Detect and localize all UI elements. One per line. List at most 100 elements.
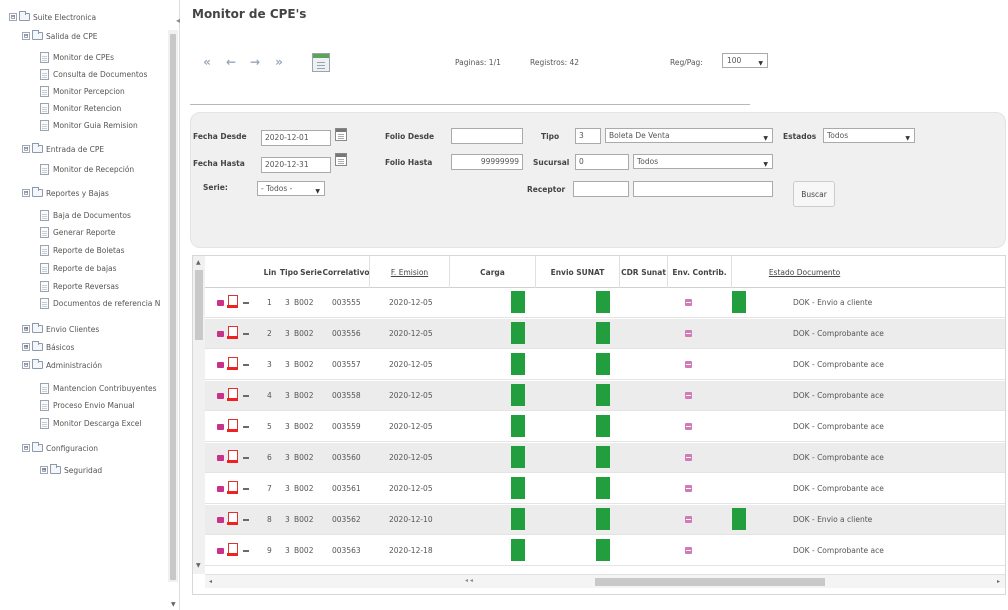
sidebar-item[interactable]: Mantencion Contribuyentes [40,381,157,395]
minus-icon[interactable] [243,333,249,335]
regpag-select[interactable]: 100 ▼ [722,53,768,68]
collapse-icon[interactable]: ⊟ [9,13,17,21]
pdf-icon[interactable] [227,357,238,371]
scroll-left-icon[interactable]: ◂ [209,578,212,585]
serie-select[interactable]: - Todos - ▼ [257,181,325,196]
folio-desde-input[interactable] [451,128,523,144]
collapse-icon[interactable]: ⊟ [22,361,30,369]
sidebar-item[interactable]: Proceso Envio Manual [40,398,135,412]
sidebar-item[interactable]: ⊟ Configuracion [22,441,98,455]
table-row[interactable]: 6 3 B002 003560 2020-12-05 DOK - Comprobante … [205,443,1005,473]
minus-icon[interactable] [243,488,249,490]
grid-horizontal-scrollbar[interactable]: ◂ ◂ ◂ ▸ [205,574,1005,588]
sidebar-item[interactable]: ⊞ Seguridad [40,463,102,477]
cdr-sunat-icon[interactable] [685,299,692,306]
col-header-env-contrib[interactable]: Env. Contrib. [667,256,731,288]
view-document-icon[interactable] [217,486,224,492]
minus-icon[interactable] [243,364,249,366]
cdr-sunat-icon[interactable] [685,330,692,337]
collapse-icon[interactable]: ⊟ [22,32,30,40]
cdr-sunat-icon[interactable] [685,485,692,492]
cdr-sunat-icon[interactable] [685,361,692,368]
minus-icon[interactable] [243,426,249,428]
collapse-icon[interactable]: ⊟ [22,444,30,452]
sidebar-item[interactable]: Reporte de bajas [40,261,117,275]
sidebar-item[interactable]: ⊟ Reportes y Bajas [22,186,109,200]
excel-export-icon[interactable] [312,53,330,72]
table-row[interactable]: 8 3 B002 003562 2020-12-10 DOK - Envio a clie… [205,505,1005,535]
sidebar-item[interactable]: ⊞ Básicos [22,340,74,354]
buscar-button[interactable]: Buscar [793,181,835,207]
grid-vertical-scroll-thumb[interactable] [195,270,203,340]
sidebar-item[interactable]: Reporte Reversas [40,279,119,293]
view-document-icon[interactable] [217,300,224,306]
pdf-icon[interactable] [227,419,238,433]
cdr-sunat-icon[interactable] [685,392,692,399]
sidebar-item[interactable]: Monitor de CPEs [40,50,114,64]
cdr-sunat-icon[interactable] [685,547,692,554]
prev-page-button[interactable]: ← [220,54,242,70]
sidebar-item[interactable]: Monitor Descarga Excel [40,416,141,430]
table-row[interactable]: 4 3 B002 003558 2020-12-05 DOK - Comprobante … [205,381,1005,411]
sucursal-select[interactable]: Todos ▼ [633,154,773,169]
pdf-icon[interactable] [227,450,238,464]
view-document-icon[interactable] [217,393,224,399]
scroll-down-icon[interactable]: ▼ [196,562,201,569]
collapse-sidebar-icon[interactable]: ◂ [176,16,180,25]
folio-hasta-input[interactable]: 99999999 [451,154,523,170]
scroll-right-icon[interactable]: ▸ [997,578,1000,585]
minus-icon[interactable] [243,550,249,552]
estados-select[interactable]: Todos ▼ [823,128,915,143]
col-header-tipo[interactable]: Tipo [279,256,299,288]
table-row[interactable]: 1 3 B002 003555 2020-12-05 DOK - Envio a clie… [205,288,1005,318]
view-document-icon[interactable] [217,517,224,523]
receptor-code-input[interactable] [573,181,629,197]
fecha-hasta-input[interactable]: 2020-12-31 [261,157,331,173]
sidebar-item[interactable]: ⊟ Administración [22,358,102,372]
col-header-carga[interactable]: Carga [449,256,535,288]
col-header-correlativo[interactable]: Correlativo [323,256,370,288]
scroll-up-icon[interactable]: ▲ [196,259,201,266]
view-document-icon[interactable] [217,455,224,461]
cdr-sunat-icon[interactable] [685,516,692,523]
minus-icon[interactable] [243,302,249,304]
sidebar-item[interactable]: Consulta de Documentos [40,67,147,81]
col-header-lin[interactable]: Lin [261,256,279,288]
pdf-icon[interactable] [227,543,238,557]
sidebar-scroll-thumb[interactable] [170,34,176,580]
first-page-button[interactable]: « [196,54,218,70]
pdf-icon[interactable] [227,512,238,526]
sidebar-item[interactable]: ⊟ Entrada de CPE [22,142,104,156]
next-page-button[interactable]: → [244,54,266,70]
calendar-icon[interactable] [335,153,347,166]
fecha-desde-input[interactable]: 2020-12-01 [261,130,331,146]
cdr-sunat-icon[interactable] [685,454,692,461]
sidebar-item[interactable]: Generar Reporte [40,225,115,239]
tipo-code-input[interactable]: 3 [575,128,601,144]
collapse-icon[interactable]: ⊟ [22,189,30,197]
sidebar-item[interactable]: Monitor de Recepción [40,162,134,176]
cdr-sunat-icon[interactable] [685,423,692,430]
view-document-icon[interactable] [217,362,224,368]
pdf-icon[interactable] [227,481,238,495]
grid-horizontal-scroll-thumb[interactable] [595,578,825,586]
sidebar-item[interactable]: ⊞ Envio Clientes [22,322,99,336]
pdf-icon[interactable] [227,326,238,340]
sidebar-item[interactable]: ⊟ Suite Electronica [9,10,96,24]
collapse-icon[interactable]: ⊟ [22,145,30,153]
minus-icon[interactable] [243,519,249,521]
expand-icon[interactable]: ⊞ [22,343,30,351]
col-header-emision[interactable]: F. Emision [369,256,449,288]
tipo-select[interactable]: Boleta De Venta ▼ [605,128,773,143]
sidebar-item[interactable]: Reporte de Boletas [40,243,125,257]
minus-icon[interactable] [243,457,249,459]
calendar-icon[interactable] [335,128,347,141]
minus-icon[interactable] [243,395,249,397]
col-header-cdr-sunat[interactable]: CDR Sunat [619,256,667,288]
sucursal-code-input[interactable]: 0 [575,154,629,170]
sidebar-item[interactable]: Monitor Retencion [40,101,121,115]
sidebar-item[interactable]: Monitor Percepcion [40,84,125,98]
view-document-icon[interactable] [217,548,224,554]
col-header-serie[interactable]: Serie [299,256,323,288]
table-row[interactable]: 9 3 B002 003563 2020-12-18 DOK - Comprobante … [205,536,1005,566]
